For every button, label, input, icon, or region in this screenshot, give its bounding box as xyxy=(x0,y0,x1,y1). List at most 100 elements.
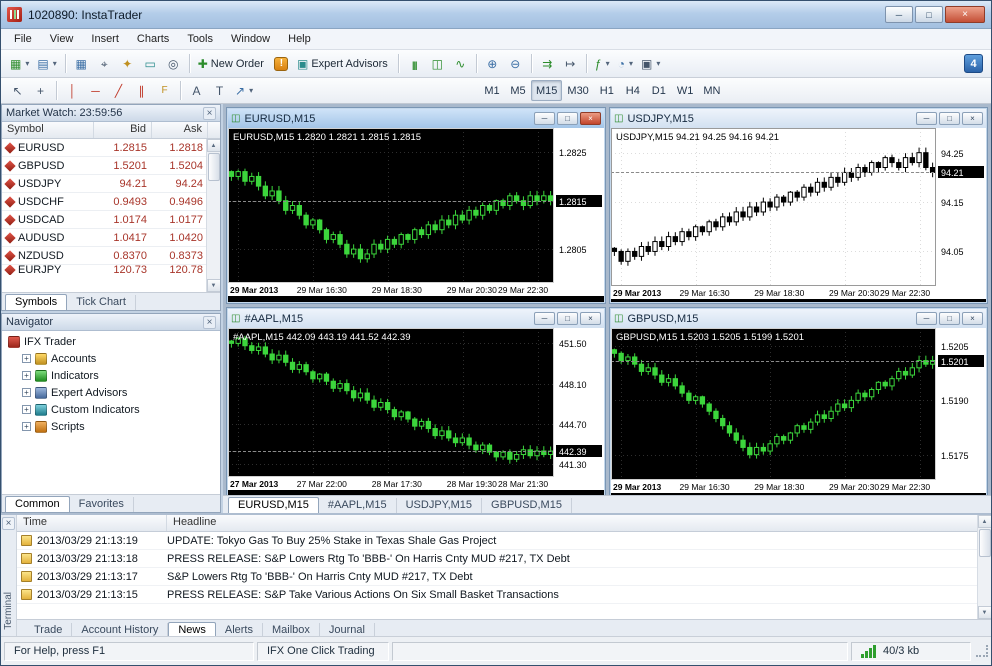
bar-chart-button[interactable]: ||| xyxy=(403,53,426,75)
navigator-toggle-button[interactable]: ✦ xyxy=(116,53,139,75)
menu-tools[interactable]: Tools xyxy=(178,31,222,47)
chart-window-titlebar[interactable]: ◫ GBPUSD,M15 ─ □ × xyxy=(611,309,986,328)
fibonacci-button[interactable]: F xyxy=(153,80,176,102)
timeframe-h4[interactable]: H4 xyxy=(620,80,646,101)
close-icon[interactable]: × xyxy=(203,106,216,120)
maximize-button[interactable]: □ xyxy=(557,112,578,125)
navigator-item-accounts[interactable]: + Accounts xyxy=(2,350,220,367)
arrows-button[interactable]: ↗ ▾ xyxy=(231,80,257,102)
close-button[interactable]: × xyxy=(580,112,601,125)
horizontal-line-button[interactable]: ─ xyxy=(84,80,107,102)
timeframe-mn[interactable]: MN xyxy=(698,80,725,101)
chart-window-titlebar[interactable]: ◫ USDJPY,M15 ─ □ × xyxy=(611,109,986,128)
periods-button[interactable]: ◔ ▾ xyxy=(614,53,637,75)
column-headline[interactable]: Headline xyxy=(167,515,991,531)
candlestick-chart-usdjpy[interactable]: 94.25 94.21 94.15 94.05 29 Mar 2013 29 Mar 16… xyxy=(611,128,986,302)
table-row[interactable]: NZDUSD 0.8370 0.8373 xyxy=(2,247,220,265)
maximize-button[interactable]: □ xyxy=(939,112,960,125)
close-icon[interactable]: × xyxy=(203,315,216,329)
chart-tab-gbpusd[interactable]: GBPUSD,M15 xyxy=(482,498,572,513)
close-icon[interactable]: × xyxy=(2,517,15,530)
minimize-button[interactable]: ─ xyxy=(534,312,555,325)
one-click-trading-button[interactable]: IFX One Click Trading xyxy=(257,641,389,661)
tab-common[interactable]: Common xyxy=(5,496,70,512)
line-chart-button[interactable]: ∿ xyxy=(449,53,472,75)
scroll-down-icon[interactable]: ▼ xyxy=(206,279,220,292)
notification-badge[interactable]: 4 xyxy=(964,54,983,73)
close-button[interactable]: × xyxy=(962,312,983,325)
column-ask[interactable]: Ask xyxy=(152,122,208,138)
chart-window-titlebar[interactable]: ◫ #AAPL,M15 ─ □ × xyxy=(228,309,604,328)
minimize-button[interactable]: ─ xyxy=(916,312,937,325)
chart-tab-usdjpy[interactable]: USDJPY,M15 xyxy=(397,498,483,513)
expert-advisors-button[interactable]: ▣ Expert Advisors xyxy=(293,53,394,75)
text-button[interactable]: A xyxy=(185,80,208,102)
expand-icon[interactable]: + xyxy=(22,388,31,397)
menu-help[interactable]: Help xyxy=(279,31,320,47)
market-watch-titlebar[interactable]: Market Watch: 23:59:56 × xyxy=(2,105,220,122)
expand-icon[interactable]: + xyxy=(22,354,31,363)
cursor-button[interactable]: ↖ xyxy=(6,80,29,102)
scroll-down-icon[interactable]: ▼ xyxy=(977,606,991,619)
navigator-root[interactable]: IFX Trader xyxy=(2,333,220,350)
navigator-item-indicators[interactable]: + Indicators xyxy=(2,367,220,384)
scroll-up-icon[interactable]: ▲ xyxy=(206,139,220,152)
navigator-item-scripts[interactable]: + Scripts xyxy=(2,418,220,435)
chart-window-titlebar[interactable]: ◫ EURUSD,M15 ─ □ × xyxy=(228,109,604,128)
candlestick-chart-eurusd[interactable]: 1.2825 1.2815 1.2805 29 Mar 2013 29 Mar 16:3… xyxy=(228,128,604,302)
expand-icon[interactable]: + xyxy=(22,405,31,414)
minimize-button[interactable]: ─ xyxy=(534,112,555,125)
close-button[interactable]: × xyxy=(962,112,983,125)
menu-insert[interactable]: Insert xyxy=(82,31,128,47)
minimize-button[interactable]: ─ xyxy=(916,112,937,125)
table-row[interactable]: USDJPY 94.21 94.24 xyxy=(2,175,220,193)
navigator-item-expert-advisors[interactable]: + Expert Advisors xyxy=(2,384,220,401)
scroll-up-icon[interactable]: ▲ xyxy=(977,515,991,528)
table-row[interactable]: USDCHF 0.9493 0.9496 xyxy=(2,193,220,211)
scrollbar-vertical[interactable]: ▲ ▼ xyxy=(977,515,991,619)
timeframe-d1[interactable]: D1 xyxy=(646,80,672,101)
new-order-button[interactable]: ✚ New Order xyxy=(194,53,270,75)
menu-view[interactable]: View xyxy=(41,31,83,47)
news-row[interactable]: 2013/03/29 21:13:17 S&P Lowers Rtg To 'B… xyxy=(17,568,991,586)
alert-button[interactable]: ! xyxy=(270,53,293,75)
candlestick-chart-gbpusd[interactable]: 1.5205 1.5201 1.5190 1.5175 29 Mar 2013 29 Ma… xyxy=(611,328,986,496)
text-label-button[interactable]: T xyxy=(208,80,231,102)
tab-tick-chart[interactable]: Tick Chart xyxy=(67,295,136,310)
menu-window[interactable]: Window xyxy=(222,31,279,47)
market-watch-toggle-button[interactable]: ▦ xyxy=(70,53,93,75)
chart-shift-button[interactable]: ↦ xyxy=(559,53,582,75)
profiles-button[interactable]: ▤ ▾ xyxy=(33,53,60,75)
new-chart-button[interactable]: ▦ ▾ xyxy=(6,53,33,75)
scrollbar-thumb[interactable] xyxy=(978,529,991,557)
channel-button[interactable]: ∥ xyxy=(130,80,153,102)
data-window-button[interactable]: ⌖ xyxy=(93,53,116,75)
strategy-tester-button[interactable]: ◎ xyxy=(162,53,185,75)
expand-icon[interactable]: + xyxy=(22,422,31,431)
table-row[interactable]: USDCAD 1.0174 1.0177 xyxy=(2,211,220,229)
terminal-toggle-button[interactable]: ▭ xyxy=(139,53,162,75)
minimize-button[interactable]: ─ xyxy=(885,6,913,23)
table-row[interactable]: EURJPY 120.73 120.78 xyxy=(2,265,220,275)
crosshair-button[interactable]: + xyxy=(29,80,52,102)
table-row[interactable]: AUDUSD 1.0417 1.0420 xyxy=(2,229,220,247)
table-row[interactable]: EURUSD 1.2815 1.2818 xyxy=(2,139,220,157)
news-row[interactable]: 2013/03/29 21:13:19 UPDATE: Tokyo Gas To… xyxy=(17,532,991,550)
news-row[interactable]: 2013/03/29 21:13:18 PRESS RELEASE: S&P L… xyxy=(17,550,991,568)
table-row[interactable]: GBPUSD 1.5201 1.5204 xyxy=(2,157,220,175)
chart-tab-eurusd[interactable]: EURUSD,M15 xyxy=(228,497,319,513)
chart-tab-aapl[interactable]: #AAPL,M15 xyxy=(319,498,397,513)
maximize-button[interactable]: □ xyxy=(915,6,943,23)
maximize-button[interactable]: □ xyxy=(557,312,578,325)
column-bid[interactable]: Bid xyxy=(94,122,152,138)
column-symbol[interactable]: Symbol xyxy=(2,122,94,138)
tab-symbols[interactable]: Symbols xyxy=(5,294,68,310)
zoom-in-button[interactable]: ⊕ xyxy=(481,53,504,75)
maximize-button[interactable]: □ xyxy=(939,312,960,325)
window-titlebar[interactable]: 1020890: InstaTrader ─ □ × xyxy=(1,1,991,29)
tab-favorites[interactable]: Favorites xyxy=(70,497,134,512)
column-time[interactable]: Time xyxy=(17,515,167,531)
timeframe-m1[interactable]: M1 xyxy=(479,80,505,101)
chart-window-gbpusd-m15[interactable]: ◫ GBPUSD,M15 ─ □ × 1.5205 1.5201 1.5190 1.5… xyxy=(609,307,988,498)
resize-grip[interactable] xyxy=(976,645,988,657)
